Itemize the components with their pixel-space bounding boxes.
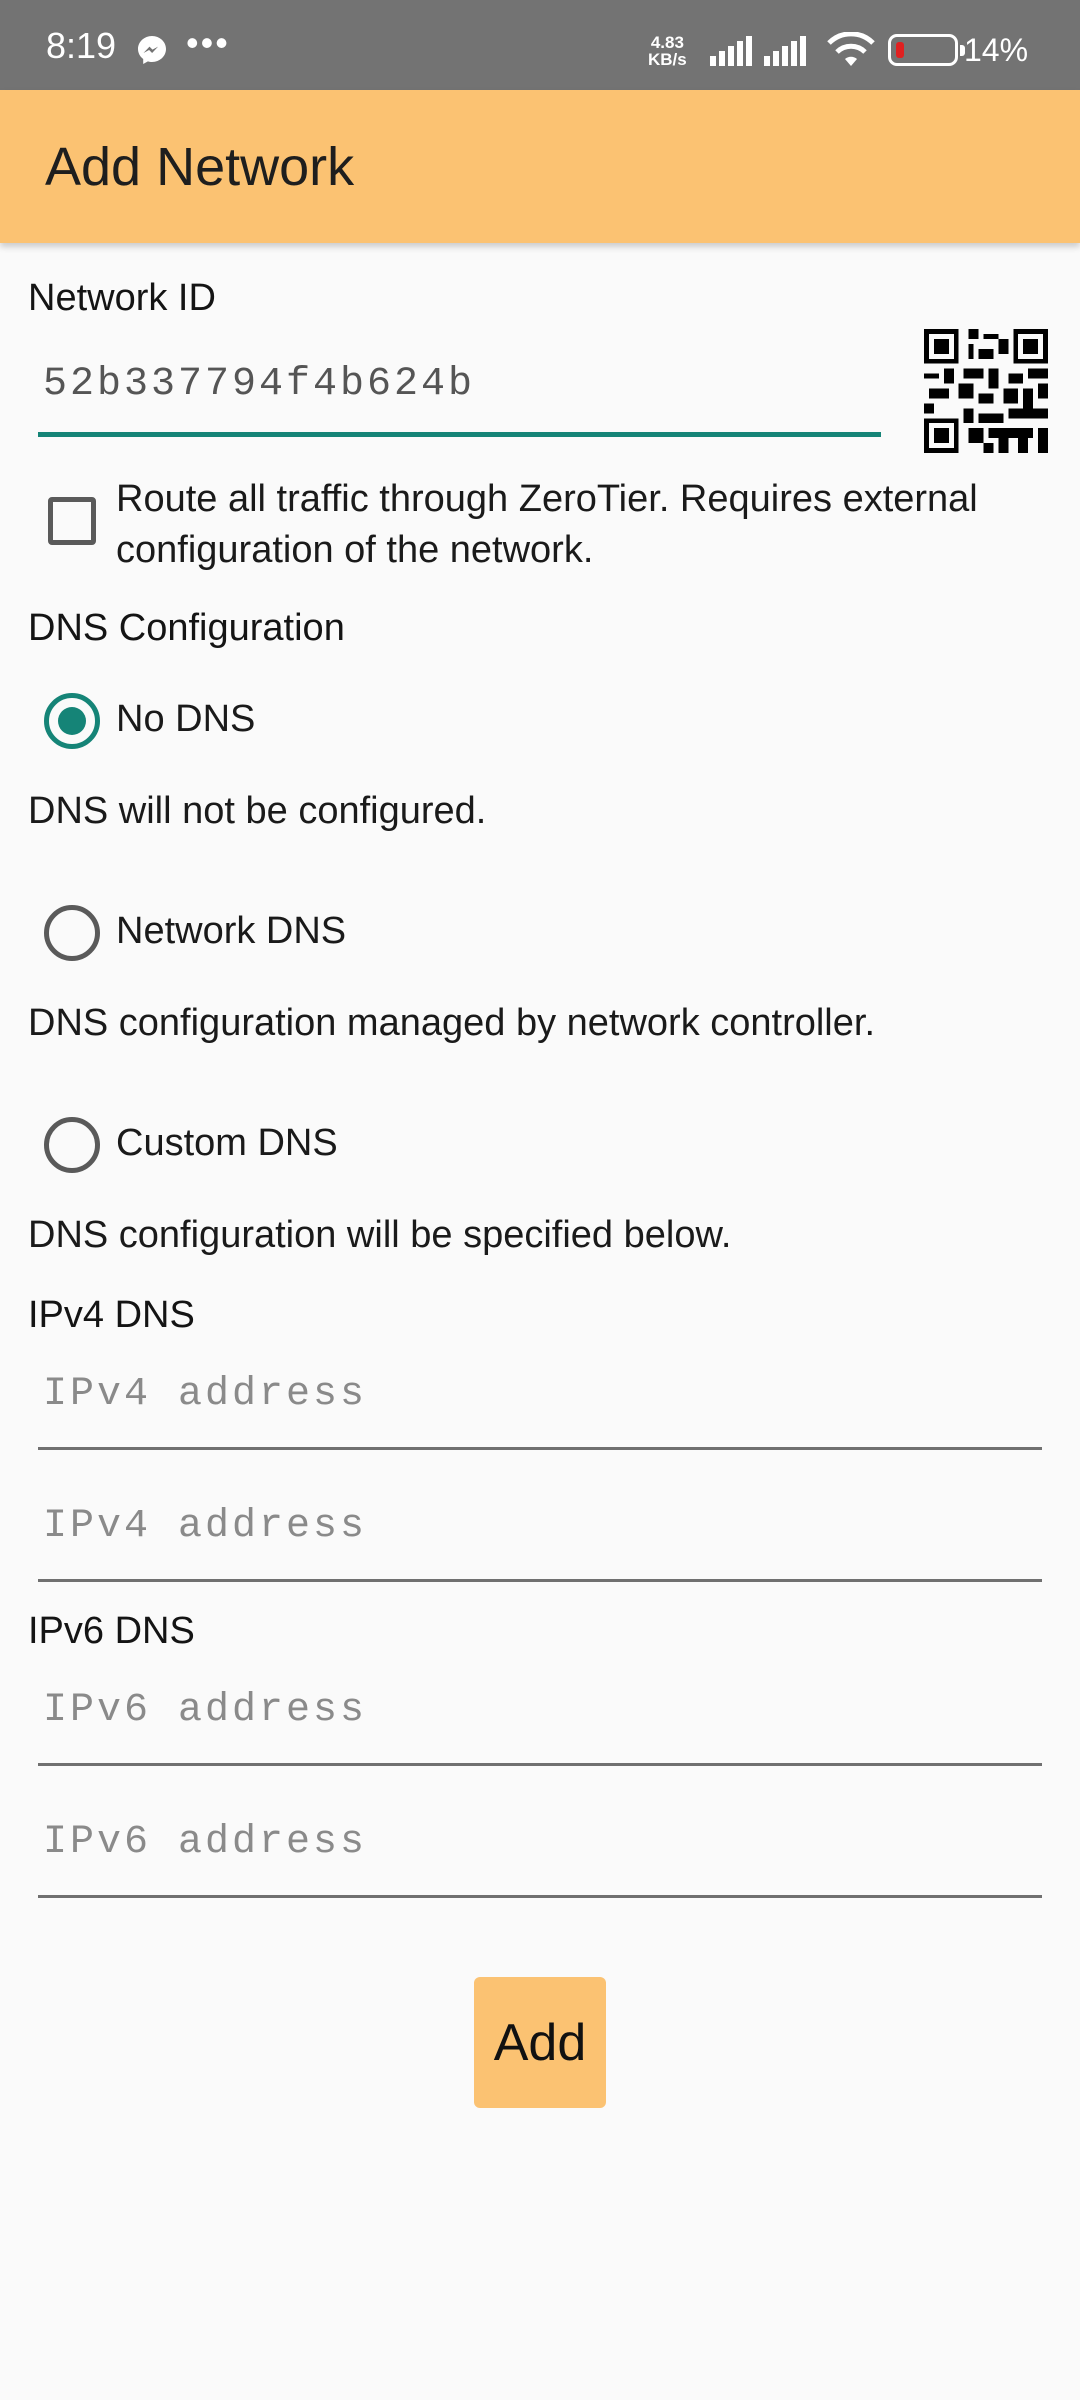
qr-code-icon[interactable] [924,329,1048,453]
messenger-icon [138,36,166,64]
route-all-checkbox[interactable] [48,497,96,545]
ipv4-address-input-1[interactable]: IPv4 address [38,1350,1042,1450]
network-id-underline [38,432,881,437]
page-title: Add Network [45,137,355,197]
ipv4-placeholder: IPv4 address [43,1504,368,1549]
ipv6-placeholder: IPv6 address [43,1688,368,1733]
ipv4-dns-label: IPv4 DNS [28,1294,195,1336]
ipv6-address-input-2[interactable]: IPv6 address [38,1798,1042,1898]
custom-dns-description: DNS configuration will be specified belo… [28,1214,732,1256]
status-bar: 8:19 ••• 4.83 KB/s 14% [0,0,1080,90]
ipv6-dns-label: IPv6 DNS [28,1610,195,1652]
radio-no-dns[interactable] [44,693,100,749]
dns-config-label: DNS Configuration [28,607,345,649]
speed-value: 4.83 [650,33,684,52]
no-dns-description: DNS will not be configured. [28,790,487,832]
radio-network-dns[interactable] [44,905,100,961]
speed-unit: KB/s [648,50,687,69]
status-time: 8:19 [46,25,117,66]
network-id-label: Network ID [28,277,216,319]
route-all-label: Route all traffic through ZeroTier. Requ… [116,478,978,571]
ipv6-address-input-1[interactable]: IPv6 address [38,1666,1042,1766]
app-bar: Add Network [0,90,1080,243]
network-id-value[interactable]: 52b337794f4b624b [43,362,475,407]
signal-icon [710,36,752,66]
battery-icon [888,34,965,66]
ipv6-placeholder: IPv6 address [43,1820,368,1865]
radio-network-dns-label[interactable]: Network DNS [116,910,346,953]
radio-custom-dns-label[interactable]: Custom DNS [116,1122,338,1165]
network-dns-description: DNS configuration managed by network con… [28,1002,876,1044]
radio-custom-dns[interactable] [44,1117,100,1173]
radio-no-dns-label[interactable]: No DNS [116,698,255,741]
add-button[interactable]: Add [474,1977,606,2108]
ipv4-address-input-2[interactable]: IPv4 address [38,1482,1042,1582]
ipv4-placeholder: IPv4 address [43,1372,368,1417]
network-speed: 4.83 KB/s [648,34,687,68]
battery-percent: 14% [964,32,1029,68]
more-notifications-icon: ••• [186,22,230,63]
signal-icon [764,36,806,66]
wifi-icon [827,32,875,66]
